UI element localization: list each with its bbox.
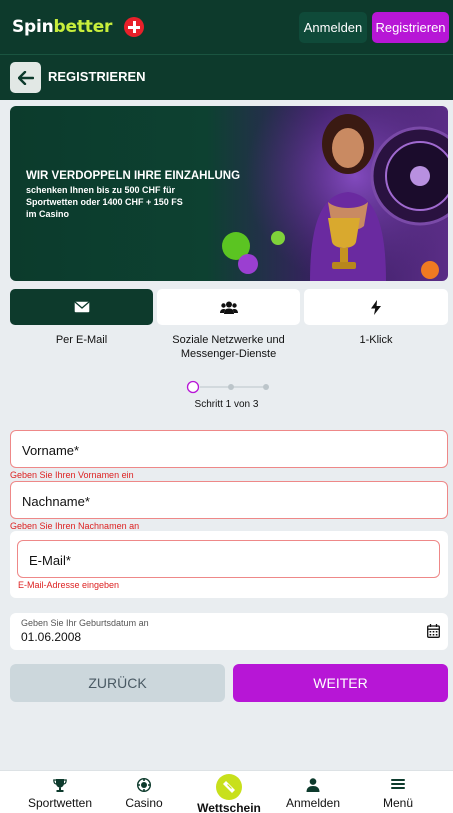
header-login-button[interactable]: Anmelden <box>299 12 367 43</box>
casino-chip-icon <box>137 778 151 792</box>
nav-item-sportwetten[interactable]: Sportwetten <box>10 771 110 813</box>
tab-one-click[interactable] <box>304 289 448 325</box>
first-name-placeholder: Vorname* <box>22 443 80 458</box>
birthdate-field[interactable]: Geben Sie Ihr Geburtsdatum an 01.06.2008 <box>10 613 448 650</box>
first-name-error: Geben Sie Ihren Vornamen ein <box>10 470 134 480</box>
step-progress-text: Schritt 1 von 3 <box>194 399 259 410</box>
nav-label-menu: Menü <box>382 796 414 810</box>
nav-item-anmelden[interactable]: Anmelden <box>273 771 353 813</box>
logo-text-better: better <box>53 17 113 37</box>
nav-label-anmelden: Anmelden <box>285 796 341 810</box>
nav-label-casino: Casino <box>125 796 163 810</box>
users-icon <box>219 301 238 314</box>
tab-one-click-label: 1-Klick <box>359 334 393 346</box>
email-placeholder: E-Mail* <box>29 553 71 568</box>
spinbetter-logo[interactable]: Spinbetter <box>12 17 112 37</box>
last-name-error: Geben Sie Ihren Nachnamen an <box>10 521 140 531</box>
nav-item-menu[interactable]: Menü <box>358 771 438 813</box>
top-header: Spinbetter Anmelden Registrieren <box>0 0 453 54</box>
tab-email[interactable] <box>10 289 153 325</box>
bottom-nav: Sportwetten Casino Wettschein Anmelden M… <box>0 770 453 813</box>
calendar-icon[interactable] <box>427 624 440 638</box>
next-button[interactable]: WEITER <box>233 664 448 702</box>
last-name-field[interactable]: Nachname* <box>10 481 448 519</box>
email-error: E-Mail-Adresse eingeben <box>18 580 120 590</box>
nav-item-wettschein[interactable]: Wettschein <box>189 771 269 813</box>
page-title: REGISTRIEREN <box>48 69 146 84</box>
step-indicator <box>186 380 269 394</box>
nav-label-sportwetten: Sportwetten <box>27 796 93 810</box>
birthdate-value: 01.06.2008 <box>21 630 82 644</box>
header-register-button[interactable]: Registrieren <box>372 12 449 43</box>
tab-social-label: Soziale Netzwerke und Messenger-Dienste <box>172 334 285 360</box>
ticket-icon <box>223 781 235 793</box>
menu-icon <box>391 779 405 789</box>
back-button[interactable]: ZURÜCK <box>10 664 225 702</box>
swiss-flag-icon[interactable] <box>124 17 144 37</box>
user-icon <box>306 778 320 792</box>
email-field[interactable]: E-Mail* <box>17 540 440 578</box>
promo-headline: WIR VERDOPPELN IHRE EINZAHLUNG <box>26 170 241 182</box>
back-arrow-button[interactable] <box>10 62 41 93</box>
trophy-icon <box>53 779 67 792</box>
tab-email-label: Per E-Mail <box>55 334 108 346</box>
bolt-icon <box>371 299 381 315</box>
tab-social[interactable] <box>157 289 300 325</box>
birthdate-label: Geben Sie Ihr Geburtsdatum an <box>21 618 149 628</box>
nav-item-casino[interactable]: Casino <box>104 771 184 813</box>
logo-text-spin: Spin <box>12 17 54 37</box>
promo-banner[interactable]: WIR VERDOPPELN IHRE EINZAHLUNG schenken … <box>10 106 448 281</box>
page-title-bar: REGISTRIEREN <box>0 54 453 100</box>
last-name-placeholder: Nachname* <box>22 494 90 509</box>
arrow-left-icon <box>17 70 34 85</box>
envelope-icon <box>74 301 89 313</box>
first-name-field[interactable]: Vorname* <box>10 430 448 468</box>
wettschein-badge <box>216 774 242 800</box>
promo-subline: schenken Ihnen bis zu 500 CHF für Sportw… <box>26 185 183 219</box>
nav-label-wettschein: Wettschein <box>197 801 261 813</box>
